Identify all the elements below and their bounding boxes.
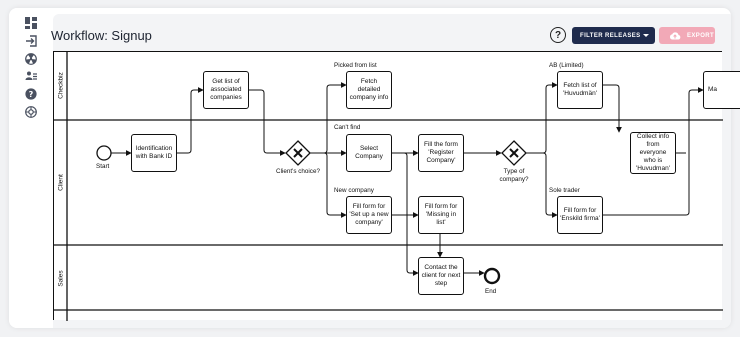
users-icon[interactable] [25,70,37,82]
bpmn-diagram: Checkbiz Client Sales Identification wit… [53,51,740,321]
gateway-clients-choice [285,140,311,166]
lane-label-checkbiz: Checkbiz [57,72,65,99]
flow-label-ab-limited: AB (Limited) [549,62,584,69]
start-event-label: Start [96,163,110,170]
task-fill-new[interactable]: Fill form for 'Set up a new company' [346,196,392,234]
task-contact-client[interactable]: Contact the client for next step [418,257,464,295]
task-identification[interactable]: Identification with Bank ID [131,134,177,172]
export-button[interactable]: EXPORT [659,27,715,44]
task-fetch-list[interactable]: Fetch list of 'Huvudmän' [557,71,603,109]
globe-icon[interactable] [25,106,37,118]
sidebar-rail: ? [9,8,53,328]
task-select-company[interactable]: Select Company [346,134,392,172]
gateway-type-of-company [501,140,527,166]
task-fill-missing[interactable]: Fill form for 'Missing in list' [418,196,464,234]
help-button[interactable]: ? [550,27,566,43]
gateway-label-type-of-company: Type of company? [499,168,529,183]
task-fill-enskild[interactable]: Fill form for 'Enskild firma' [557,196,603,234]
gateway-label-clients-choice: Client's choice? [276,168,320,175]
task-get-list[interactable]: Get list of associated companies [203,71,249,109]
help-icon[interactable]: ? [25,88,37,100]
cloud-upload-icon [669,32,681,40]
lane-label-sales: Sales [57,270,65,287]
flow-label-picked-from-list: Picked from list [334,62,377,69]
svg-text:?: ? [29,90,34,99]
radiation-icon[interactable] [25,53,37,65]
login-icon[interactable] [25,35,37,47]
task-fill-register[interactable]: Fill the form 'Register Company' [418,134,464,172]
filter-releases-label: FILTER RELEASES [580,32,641,39]
chevron-down-icon [643,34,649,37]
end-event-label: End [485,288,497,295]
task-partial[interactable]: Ma [703,71,740,109]
export-label: EXPORT [687,32,715,39]
flow-label-new-company: New company [334,187,374,194]
task-fetch-detailed[interactable]: Fetch detailed company info [346,71,392,109]
lane-label-client: Client [57,174,65,191]
page-title: Workflow: Signup [51,28,152,43]
flow-label-cant-find: Can't find [334,124,361,131]
task-collect-info[interactable]: Collect info from everyone who is 'Huvud… [630,132,676,174]
flow-label-sole-trader: Sole trader [549,187,580,194]
dashboard-icon[interactable] [25,17,37,29]
filter-releases-button[interactable]: FILTER RELEASES [572,27,655,44]
